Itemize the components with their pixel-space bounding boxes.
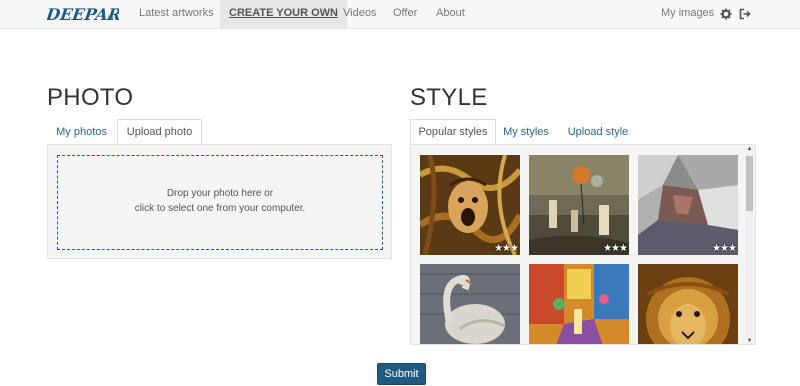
nav-my-images[interactable]: My images [661,0,714,28]
style-gallery-panel: ★★★ ★★★ ★★★ [410,144,756,345]
tab-my-photos[interactable]: My photos [47,119,116,145]
svg-text:.io: .io [105,14,113,22]
style-thumbnail[interactable]: ★★★ [420,155,520,255]
scroll-down-arrow-icon[interactable]: ▼ [745,338,754,344]
gear-icon[interactable] [720,7,732,20]
rating-stars: ★★★ [712,243,737,254]
photo-tabs: My photos Upload photo [47,119,392,145]
rating-stars: ★★★ [494,243,519,254]
nav-about[interactable]: About [436,0,465,28]
logout-icon[interactable] [739,7,751,20]
style-thumbnail[interactable] [420,264,520,344]
tab-my-styles[interactable]: My styles [502,119,550,145]
nav-offer[interactable]: Offer [393,0,417,28]
nav-create-your-own[interactable]: CREATE YOUR OWN [220,0,347,28]
style-thumbnail[interactable]: ★★★ [529,155,629,255]
nav-videos[interactable]: Videos [343,0,376,28]
tab-upload-photo[interactable]: Upload photo [117,119,202,145]
style-thumbnail[interactable] [529,264,629,344]
dropzone-line-2: click to select one from your computer. [134,203,306,214]
photo-heading: PHOTO [47,84,134,111]
style-thumbnail[interactable]: ★★★ [638,155,738,255]
scrollbar-thumb[interactable] [746,156,753,211]
style-heading: STYLE [410,84,488,111]
scroll-up-arrow-icon[interactable]: ▲ [745,146,754,152]
nav-latest-artworks[interactable]: Latest artworks [139,0,214,28]
photo-dropzone[interactable]: Drop your photo here or click to select … [57,155,383,250]
navbar: DEEPART .io Latest artworks CREATE YOUR … [0,0,800,29]
rating-stars: ★★★ [603,243,628,254]
tab-upload-style[interactable]: Upload style [566,119,630,145]
style-tabs: Popular styles My styles Upload style [410,119,756,145]
deepart-logo[interactable]: DEEPART .io [47,3,119,25]
submit-button[interactable]: Submit [377,363,426,385]
style-gallery-scrollbar[interactable]: ▲ ▼ [745,146,754,344]
tab-popular-styles[interactable]: Popular styles [410,119,496,145]
dropzone-line-1: Drop your photo here or [166,188,274,199]
style-thumbnail[interactable] [638,264,738,344]
photo-upload-panel: Drop your photo here or click to select … [47,144,392,259]
